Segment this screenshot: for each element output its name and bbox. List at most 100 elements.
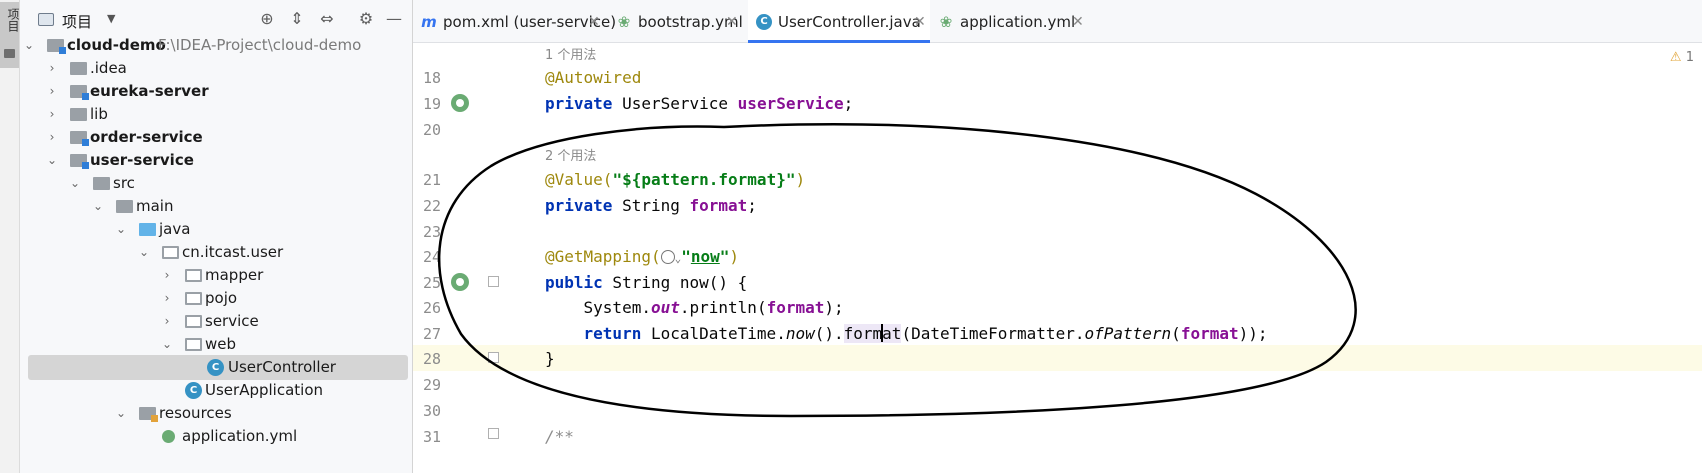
project-panel: 项目 ▼ ⊕ ⇕ ⇔ ⚙ — ⌄ cloud-demo F:\IDEA-Proj… xyxy=(20,0,413,473)
package-icon xyxy=(185,338,202,351)
chevron-right-icon[interactable]: › xyxy=(160,309,174,334)
tree-item[interactable]: ⌄ cn.itcast.user xyxy=(20,240,412,265)
chevron-down-icon[interactable]: ⌄ xyxy=(160,332,174,357)
chevron-down-icon[interactable]: ⌄ xyxy=(91,194,105,219)
chevron-down-icon[interactable]: ⌄ xyxy=(45,148,59,173)
tree-item[interactable]: › lib xyxy=(20,102,412,127)
locate-icon[interactable]: ⊕ xyxy=(257,9,277,29)
minimize-icon[interactable]: — xyxy=(384,9,404,29)
package-icon xyxy=(185,315,202,328)
editor-tab-bar: m pom.xml (user-service) ✕ ❀ bootstrap.y… xyxy=(413,0,1702,43)
tab-pom-xml[interactable]: m pom.xml (user-service) ✕ xyxy=(413,0,616,44)
tree-item[interactable]: ⌄ cloud-demo F:\IDEA-Project\cloud-demo xyxy=(20,33,412,58)
tree-item[interactable]: › pojo xyxy=(20,286,412,311)
module-folder-icon xyxy=(70,154,89,169)
tree-item-label: java xyxy=(159,220,191,238)
spring-yaml-icon: ❀ xyxy=(939,13,953,31)
chevron-down-icon[interactable]: ⌄ xyxy=(68,171,82,196)
chevron-down-icon[interactable]: ▼ xyxy=(107,12,115,25)
project-tool-tab[interactable]: 项目 xyxy=(0,2,20,68)
tool-window-strip: 项目 xyxy=(0,0,20,473)
maven-icon: m xyxy=(421,13,437,31)
tree-item-label: order-service xyxy=(90,128,203,146)
close-icon[interactable]: ✕ xyxy=(588,0,600,44)
folder-icon xyxy=(70,108,87,121)
tree-item-label: resources xyxy=(159,404,232,422)
spring-class-icon: C xyxy=(185,382,202,399)
chevron-right-icon[interactable]: › xyxy=(45,125,59,150)
tree-item[interactable]: ⌄ src xyxy=(20,171,412,196)
project-panel-title[interactable]: 项目 xyxy=(62,11,92,32)
tree-item[interactable]: › order-service xyxy=(20,125,412,150)
resources-folder-icon xyxy=(139,407,158,422)
module-folder-icon xyxy=(70,131,89,146)
tree-item[interactable]: C UserApplication xyxy=(20,378,412,403)
tab-label: application.yml xyxy=(960,13,1076,31)
tree-item[interactable]: ⌄ user-service xyxy=(20,148,412,173)
package-icon xyxy=(185,292,202,305)
tree-item[interactable]: ⌄ resources xyxy=(20,401,412,426)
tab-bootstrap-yml[interactable]: ❀ bootstrap.yml ✕ xyxy=(608,0,748,43)
tree-item-label: web xyxy=(205,335,237,353)
tree-item-label: mapper xyxy=(205,266,264,284)
close-icon[interactable]: ✕ xyxy=(726,0,738,44)
tree-item-label: cloud-demo xyxy=(67,36,166,54)
close-icon[interactable]: ✕ xyxy=(914,0,926,44)
tree-item-label: user-service xyxy=(90,151,194,169)
chevron-down-icon[interactable]: ⌄ xyxy=(137,240,151,265)
source-folder-icon xyxy=(139,223,156,236)
tree-item[interactable]: › eureka-server xyxy=(20,79,412,104)
chevron-right-icon[interactable]: › xyxy=(160,286,174,311)
code-area[interactable]: ⚠ 1 1 个用法 2 个用法 18 19 20 21 22 23 24 25 … xyxy=(413,44,1702,473)
chevron-down-icon[interactable]: ⌄ xyxy=(22,33,36,58)
project-tool-tab-label: 项目 xyxy=(6,8,20,32)
tree-item[interactable]: › .idea xyxy=(20,56,412,81)
folder-icon xyxy=(4,49,15,58)
chevron-down-icon[interactable]: ⌄ xyxy=(114,217,128,242)
package-icon xyxy=(162,246,179,259)
tree-item-label: UserController xyxy=(228,358,336,376)
tree-item-label: service xyxy=(205,312,259,330)
tree-item-label: UserApplication xyxy=(205,381,324,399)
tree-item[interactable]: application.yml xyxy=(20,424,412,449)
collapse-all-icon[interactable]: ⇔ xyxy=(317,9,337,29)
chevron-right-icon[interactable]: › xyxy=(45,102,59,127)
tree-item-label: cn.itcast.user xyxy=(182,243,284,261)
folder-icon xyxy=(116,200,133,213)
chevron-down-icon[interactable]: ⌄ xyxy=(114,401,128,426)
tab-application-yml[interactable]: ❀ application.yml ✕ xyxy=(930,0,1090,43)
folder-icon xyxy=(93,177,110,190)
tree-item-label: application.yml xyxy=(182,427,298,445)
spring-yaml-icon: ❀ xyxy=(617,13,631,31)
tree-item[interactable]: ⌄ java xyxy=(20,217,412,242)
chevron-right-icon[interactable]: › xyxy=(160,263,174,288)
package-icon xyxy=(185,269,202,282)
close-icon[interactable]: ✕ xyxy=(1072,0,1084,44)
active-tab-indicator xyxy=(748,40,930,43)
tree-item[interactable]: ⌄ main xyxy=(20,194,412,219)
tree-item[interactable]: ⌄ web xyxy=(20,332,412,357)
tree-item[interactable]: › service xyxy=(20,309,412,334)
java-class-icon: C xyxy=(207,359,224,376)
code-editor: m pom.xml (user-service) ✕ ❀ bootstrap.y… xyxy=(413,0,1702,473)
tree-item-path: F:\IDEA-Project\cloud-demo xyxy=(158,36,362,54)
tree-item-label: lib xyxy=(90,105,108,123)
module-folder-icon xyxy=(70,85,89,100)
chevron-right-icon[interactable]: › xyxy=(45,79,59,104)
tree-item-label: src xyxy=(113,174,135,192)
gear-icon[interactable]: ⚙ xyxy=(356,9,376,29)
tree-item-label: pojo xyxy=(205,289,238,307)
folder-icon xyxy=(70,62,87,75)
tree-item-label: .idea xyxy=(90,59,127,77)
java-class-icon: C xyxy=(756,14,772,30)
tree-item-label: eureka-server xyxy=(90,82,209,100)
chevron-right-icon[interactable]: › xyxy=(45,56,59,81)
tab-usercontroller-java[interactable]: C UserController.java ✕ xyxy=(748,0,930,43)
expand-all-icon[interactable]: ⇕ xyxy=(287,9,307,29)
project-view-icon xyxy=(38,13,54,26)
tab-label: UserController.java xyxy=(778,13,921,31)
tree-item[interactable]: › mapper xyxy=(20,263,412,288)
tree-item-label: main xyxy=(136,197,174,215)
hand-drawn-circle-annotation xyxy=(437,123,1357,418)
tree-item-selected[interactable]: C UserController xyxy=(20,355,412,380)
